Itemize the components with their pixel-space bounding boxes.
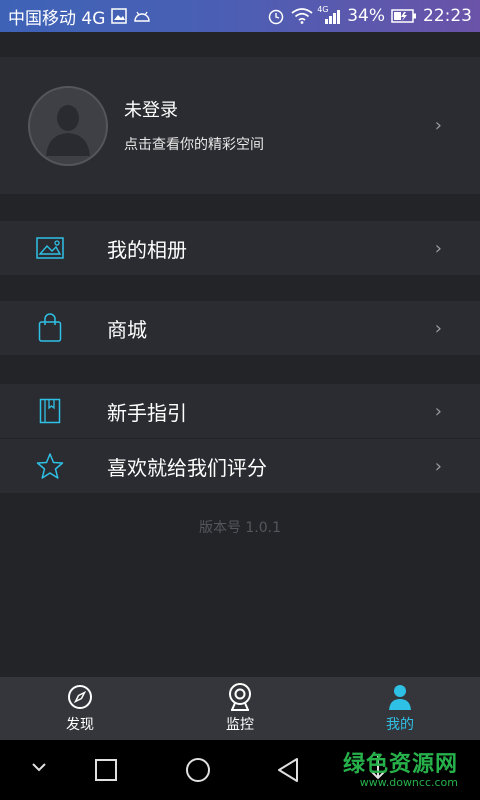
- webcam-icon: [227, 682, 253, 711]
- chevron-right-icon: ›: [434, 115, 442, 136]
- watermark: 绿色资源网 www.downcc.com: [343, 746, 458, 789]
- avatar[interactable]: [28, 85, 108, 166]
- chevron-right-icon: ›: [434, 317, 442, 339]
- chevron-right-icon: ›: [434, 237, 442, 259]
- star-icon: [36, 452, 64, 480]
- menu-item-album[interactable]: 我的相册 ›: [0, 221, 480, 275]
- profile-name: 未登录: [124, 99, 178, 121]
- tab-me[interactable]: 我的: [320, 677, 480, 740]
- menu-item-guide[interactable]: 新手指引 ›: [0, 384, 480, 438]
- profile-subtitle: 点击查看你的精彩空间: [124, 136, 264, 153]
- menu-item-label: 喜欢就给我们评分: [107, 455, 267, 480]
- tab-label: 监控: [226, 716, 254, 733]
- chevron-right-icon: ›: [434, 455, 442, 477]
- tab-label: 发现: [66, 716, 94, 733]
- version-label: 版本号 1.0.1: [198, 520, 282, 536]
- wifi-icon: [291, 8, 313, 24]
- recent-apps-icon[interactable]: [94, 758, 118, 782]
- home-icon[interactable]: [184, 756, 212, 784]
- bottom-tab-bar: 发现 监控 我的: [0, 677, 480, 740]
- carrier-label: 中国移动 4G: [8, 8, 106, 29]
- book-icon: [36, 397, 64, 425]
- tab-monitor[interactable]: 监控: [160, 677, 320, 740]
- menu-item-store[interactable]: 商城 ›: [0, 301, 480, 355]
- menu-item-label: 新手指引: [107, 400, 187, 425]
- chevron-right-icon: ›: [434, 400, 442, 422]
- shopping-bag-icon: [36, 313, 64, 342]
- status-bar: 中国移动 4G 4G 34% 22:23: [0, 0, 480, 32]
- watermark-title: 绿色资源网: [342, 752, 458, 777]
- android-icon: [133, 9, 151, 23]
- clock: 22:23: [423, 6, 472, 26]
- signal-tech-label: 4G: [317, 5, 329, 14]
- menu-item-label: 我的相册: [107, 237, 187, 262]
- alarm-icon: [267, 7, 285, 25]
- battery-percent: 34%: [347, 6, 385, 26]
- tab-label: 我的: [386, 716, 414, 733]
- tab-discover[interactable]: 发现: [0, 677, 160, 740]
- compass-icon: [67, 684, 93, 710]
- menu-item-label: 商城: [107, 317, 147, 342]
- album-icon: [36, 234, 64, 262]
- profile-card[interactable]: 未登录 点击查看你的精彩空间 ›: [0, 57, 480, 194]
- cellular-signal-icon: 4G: [317, 5, 341, 24]
- back-icon[interactable]: [275, 756, 301, 784]
- person-icon: [387, 684, 413, 710]
- battery-charging-icon: [391, 8, 417, 24]
- hide-nav-chevron-icon[interactable]: [30, 760, 48, 774]
- watermark-url: www.downcc.com: [359, 776, 458, 789]
- image-notification-icon: [111, 8, 128, 24]
- menu-item-rate[interactable]: 喜欢就给我们评分 ›: [0, 439, 480, 493]
- default-avatar-icon: [46, 104, 90, 156]
